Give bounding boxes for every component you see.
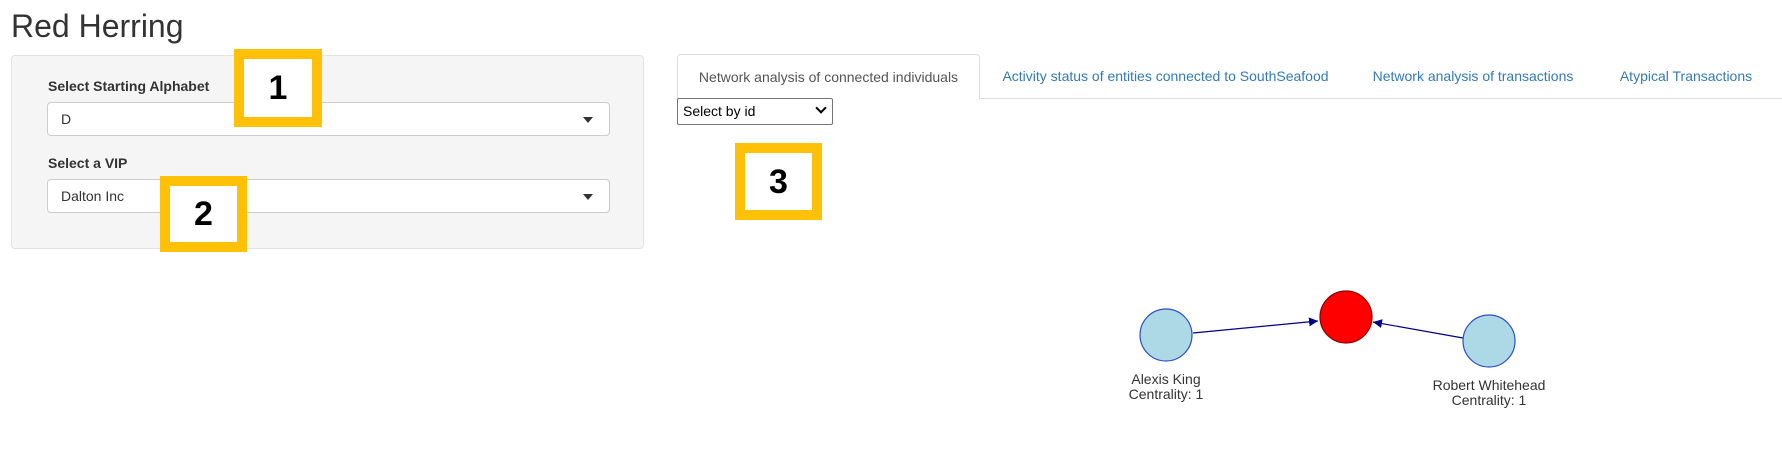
network-edge	[1372, 319, 1464, 339]
node-label-name: Alexis King	[1131, 371, 1200, 387]
network-node-robert-whitehead[interactable]	[1462, 314, 1516, 368]
network-graph[interactable]: Alexis King Centrality: 1 Robert Whitehe…	[0, 0, 1782, 461]
node-label-centrality: Centrality: 1	[1452, 392, 1527, 408]
node-label-centrality: Centrality: 1	[1129, 386, 1204, 402]
network-edge	[1192, 317, 1319, 334]
network-node-center[interactable]	[1319, 290, 1373, 344]
node-label-name: Robert Whitehead	[1433, 377, 1546, 393]
network-node-alexis-king[interactable]	[1139, 308, 1193, 362]
page: Red Herring Select Starting Alphabet D S…	[0, 0, 1782, 461]
